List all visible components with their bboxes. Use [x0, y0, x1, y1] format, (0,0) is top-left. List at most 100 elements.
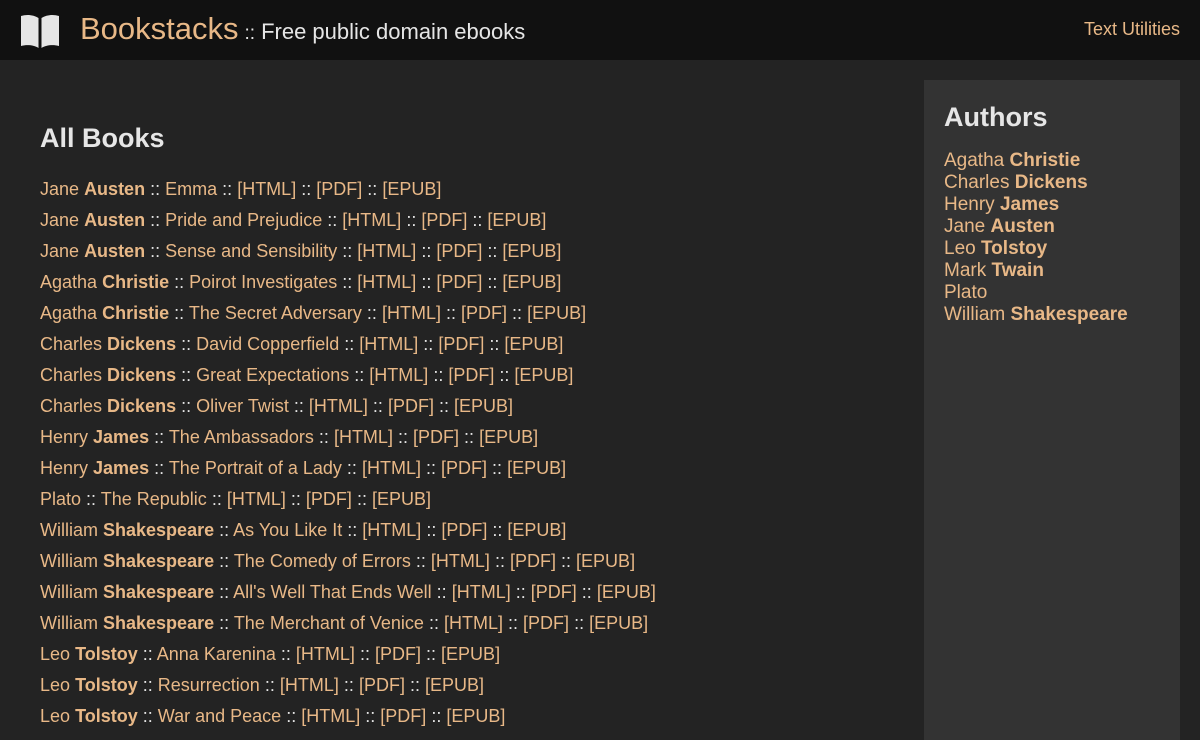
book-author-link[interactable]: Agatha Christie [40, 272, 169, 292]
book-author-link[interactable]: Plato [40, 489, 81, 509]
html-format-link[interactable]: [HTML] [444, 613, 503, 633]
pdf-format-link[interactable]: [PDF] [388, 396, 434, 416]
book-author-link[interactable]: Charles Dickens [40, 365, 176, 385]
html-format-link[interactable]: [HTML] [237, 179, 296, 199]
pdf-format-link[interactable]: [PDF] [316, 179, 362, 199]
book-title-link[interactable]: Pride and Prejudice [165, 210, 322, 230]
html-format-link[interactable]: [HTML] [227, 489, 286, 509]
pdf-format-link[interactable]: [PDF] [380, 706, 426, 726]
html-format-link[interactable]: [HTML] [301, 706, 360, 726]
book-author-link[interactable]: Jane Austen [40, 241, 145, 261]
epub-format-link[interactable]: [EPUB] [527, 303, 586, 323]
epub-format-link[interactable]: [EPUB] [446, 706, 505, 726]
pdf-format-link[interactable]: [PDF] [531, 582, 577, 602]
book-author-link[interactable]: Charles Dickens [40, 396, 176, 416]
book-title-link[interactable]: Resurrection [158, 675, 260, 695]
sidebar-author-link[interactable]: Jane Austen [944, 216, 1055, 237]
pdf-format-link[interactable]: [PDF] [306, 489, 352, 509]
book-title-link[interactable]: Oliver Twist [196, 396, 289, 416]
html-format-link[interactable]: [HTML] [359, 334, 418, 354]
html-format-link[interactable]: [HTML] [357, 241, 416, 261]
book-author-link[interactable]: William Shakespeare [40, 551, 214, 571]
book-author-link[interactable]: Henry James [40, 427, 149, 447]
sidebar-author-link[interactable]: Henry James [944, 194, 1059, 215]
epub-format-link[interactable]: [EPUB] [589, 613, 648, 633]
book-author-link[interactable]: William Shakespeare [40, 613, 214, 633]
book-title-link[interactable]: The Republic [101, 489, 207, 509]
pdf-format-link[interactable]: [PDF] [441, 520, 487, 540]
pdf-format-link[interactable]: [PDF] [441, 458, 487, 478]
book-title-link[interactable]: Emma [165, 179, 217, 199]
epub-format-link[interactable]: [EPUB] [507, 458, 566, 478]
book-title-link[interactable]: War and Peace [158, 706, 281, 726]
book-author-link[interactable]: Leo Tolstoy [40, 706, 138, 726]
sidebar-author-link[interactable]: Agatha Christie [944, 150, 1080, 171]
book-author-link[interactable]: William Shakespeare [40, 582, 214, 602]
pdf-format-link[interactable]: [PDF] [461, 303, 507, 323]
book-title-link[interactable]: Sense and Sensibility [165, 241, 337, 261]
book-author-link[interactable]: William Shakespeare [40, 520, 214, 540]
epub-format-link[interactable]: [EPUB] [597, 582, 656, 602]
epub-format-link[interactable]: [EPUB] [576, 551, 635, 571]
sidebar-author-link[interactable]: William Shakespeare [944, 304, 1128, 325]
pdf-format-link[interactable]: [PDF] [448, 365, 494, 385]
html-format-link[interactable]: [HTML] [309, 396, 368, 416]
book-author-link[interactable]: Leo Tolstoy [40, 675, 138, 695]
book-title-link[interactable]: The Portrait of a Lady [169, 458, 342, 478]
book-title-link[interactable]: Anna Karenina [157, 644, 276, 664]
html-format-link[interactable]: [HTML] [362, 458, 421, 478]
book-title-link[interactable]: As You Like It [233, 520, 342, 540]
epub-format-link[interactable]: [EPUB] [487, 210, 546, 230]
pdf-format-link[interactable]: [PDF] [421, 210, 467, 230]
book-title-link[interactable]: The Comedy of Errors [234, 551, 411, 571]
pdf-format-link[interactable]: [PDF] [510, 551, 556, 571]
book-author-link[interactable]: Agatha Christie [40, 303, 169, 323]
html-format-link[interactable]: [HTML] [452, 582, 511, 602]
open-book-icon[interactable] [19, 13, 61, 49]
book-title-link[interactable]: The Secret Adversary [189, 303, 362, 323]
epub-format-link[interactable]: [EPUB] [454, 396, 513, 416]
html-format-link[interactable]: [HTML] [296, 644, 355, 664]
book-author-link[interactable]: Charles Dickens [40, 334, 176, 354]
book-title-link[interactable]: Poirot Investigates [189, 272, 337, 292]
epub-format-link[interactable]: [EPUB] [502, 241, 561, 261]
book-title-link[interactable]: All's Well That Ends Well [233, 582, 432, 602]
epub-format-link[interactable]: [EPUB] [441, 644, 500, 664]
epub-format-link[interactable]: [EPUB] [502, 272, 561, 292]
book-author-link[interactable]: Jane Austen [40, 210, 145, 230]
epub-format-link[interactable]: [EPUB] [382, 179, 441, 199]
sidebar-author-link[interactable]: Mark Twain [944, 260, 1044, 281]
book-title-link[interactable]: The Ambassadors [169, 427, 314, 447]
pdf-format-link[interactable]: [PDF] [413, 427, 459, 447]
pdf-format-link[interactable]: [PDF] [375, 644, 421, 664]
book-title-link[interactable]: David Copperfield [196, 334, 339, 354]
sidebar-author-link[interactable]: Plato [944, 282, 987, 303]
text-utilities-link[interactable]: Text Utilities [1084, 19, 1180, 40]
brand-name-link[interactable]: Bookstacks [80, 11, 239, 46]
pdf-format-link[interactable]: [PDF] [523, 613, 569, 633]
sidebar-author-link[interactable]: Leo Tolstoy [944, 238, 1047, 259]
pdf-format-link[interactable]: [PDF] [438, 334, 484, 354]
pdf-format-link[interactable]: [PDF] [436, 241, 482, 261]
pdf-format-link[interactable]: [PDF] [359, 675, 405, 695]
pdf-format-link[interactable]: [PDF] [436, 272, 482, 292]
book-author-link[interactable]: Leo Tolstoy [40, 644, 138, 664]
epub-format-link[interactable]: [EPUB] [514, 365, 573, 385]
epub-format-link[interactable]: [EPUB] [425, 675, 484, 695]
html-format-link[interactable]: [HTML] [369, 365, 428, 385]
epub-format-link[interactable]: [EPUB] [504, 334, 563, 354]
epub-format-link[interactable]: [EPUB] [479, 427, 538, 447]
book-title-link[interactable]: The Merchant of Venice [234, 613, 424, 633]
epub-format-link[interactable]: [EPUB] [507, 520, 566, 540]
html-format-link[interactable]: [HTML] [342, 210, 401, 230]
html-format-link[interactable]: [HTML] [280, 675, 339, 695]
book-author-link[interactable]: Henry James [40, 458, 149, 478]
sidebar-author-link[interactable]: Charles Dickens [944, 172, 1088, 193]
html-format-link[interactable]: [HTML] [431, 551, 490, 571]
html-format-link[interactable]: [HTML] [334, 427, 393, 447]
epub-format-link[interactable]: [EPUB] [372, 489, 431, 509]
html-format-link[interactable]: [HTML] [357, 272, 416, 292]
book-title-link[interactable]: Great Expectations [196, 365, 349, 385]
book-author-link[interactable]: Jane Austen [40, 179, 145, 199]
html-format-link[interactable]: [HTML] [362, 520, 421, 540]
